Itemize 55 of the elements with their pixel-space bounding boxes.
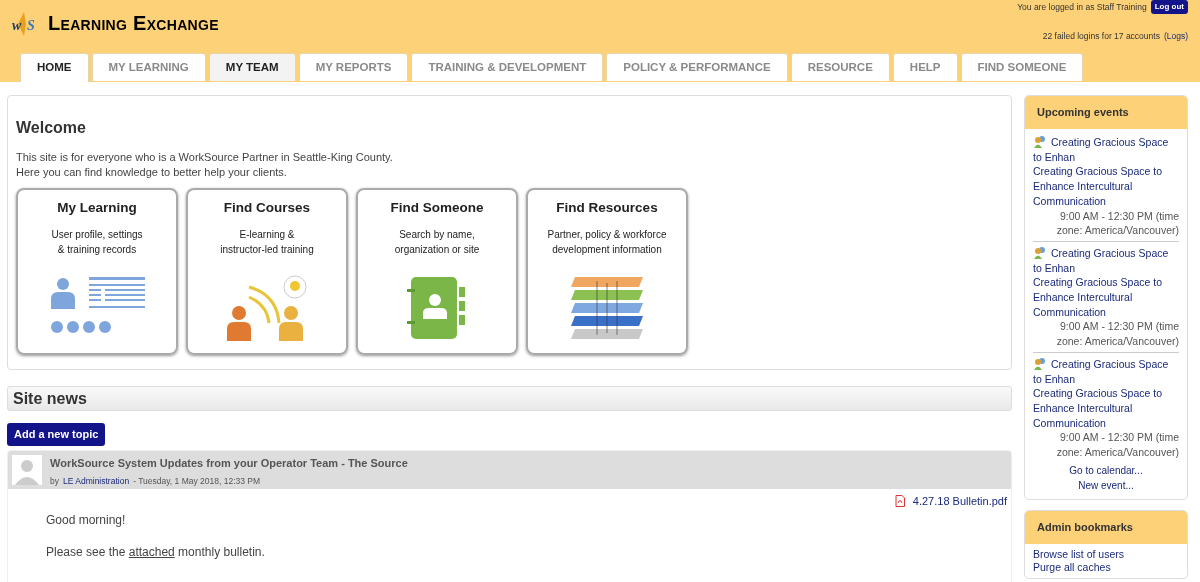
block-heading: Admin bookmarks <box>1025 510 1187 544</box>
nav-tab[interactable]: MY LEARNING <box>91 53 206 81</box>
site-title: Learning Exchange <box>48 11 219 37</box>
tile-title: Find Courses <box>222 200 312 217</box>
attachment-link[interactable]: 4.27.18 Bulletin.pdf <box>912 492 1007 509</box>
user-group-icon <box>1033 356 1046 370</box>
nav-tab[interactable]: FIND SOMEONE <box>960 53 1084 81</box>
block-heading: Upcoming events <box>1025 96 1187 129</box>
welcome-text: This site is for everyone who is a WorkSource Partner in Seattle-King County. Here you can find knowledge to better help your clients. <box>16 150 394 180</box>
event-link[interactable]: Creating Gracious Space to Enhan <box>1033 135 1179 165</box>
tile-description: Partner, policy & workforce development information <box>546 228 668 258</box>
login-status: You are logged in as Staff Training <box>1017 0 1147 14</box>
tile-description: User profile, settings & training records <box>50 228 144 258</box>
site-news-heading: Site news <box>7 386 1012 411</box>
post-date: - Tuesday, 1 May 2018, 12:33 PM <box>133 475 261 488</box>
event-link[interactable]: Creating Gracious Space to Enhan <box>1033 356 1179 387</box>
failed-logins-text: 22 failed logins for 17 accounts <box>1042 30 1160 43</box>
nav-tab[interactable]: HOME <box>20 53 89 82</box>
logs-link[interactable]: (Logs) <box>1163 30 1188 43</box>
event-description: Creating Gracious Space to Enhance Intercultural Communication <box>1033 164 1163 209</box>
tile-description: Search by name, organization or site <box>393 228 481 258</box>
tile-title: Find Resources <box>555 200 659 217</box>
bookmark-link[interactable]: Browse list of users <box>1033 547 1125 560</box>
avatar-icon <box>12 454 42 485</box>
event-link[interactable]: Creating Gracious Space to Enhan <box>1033 245 1179 276</box>
event-description: Creating Gracious Space to Enhance Intercultural Communication <box>1033 386 1163 431</box>
link-tile[interactable]: Find Someone Search by name, organization or site <box>356 188 518 355</box>
user-group-icon <box>1033 245 1046 259</box>
event-time: 9:00 AM - 12:30 PM (time zone: America/Vancouver) <box>1055 208 1179 238</box>
user-group-icon <box>1033 135 1046 148</box>
tile-title: Find Someone <box>389 200 485 217</box>
link-tile[interactable]: My Learning User profile, settings & training records <box>16 188 178 355</box>
calendar-link[interactable]: New event... <box>1078 479 1134 491</box>
post-title: WorkSource System Updates from your Operator Team - The Source <box>50 455 408 471</box>
tile-title: My Learning <box>56 200 138 217</box>
pdf-icon <box>894 494 905 507</box>
event-time: 9:00 AM - 12:30 PM (time zone: America/Vancouver) <box>1055 430 1179 460</box>
post-body-text: Please see the attached monthly bulletin. <box>46 544 266 561</box>
add-topic-button[interactable]: Add a new topic <box>7 423 106 446</box>
attached-link[interactable]: attached <box>128 545 175 559</box>
event-description: Creating Gracious Space to Enhance Intercultural Communication <box>1033 275 1163 320</box>
nav-tab[interactable]: MY REPORTS <box>298 53 409 81</box>
link-tile[interactable]: Find Resources Partner, policy & workforce development information <box>526 188 688 355</box>
welcome-heading: Welcome <box>16 118 87 138</box>
link-tile[interactable]: Find Courses E-learning & instructor-led training <box>186 188 348 355</box>
post-by-label: by <box>50 475 59 488</box>
post-greeting: Good morning! <box>46 512 127 529</box>
tile-description: E-learning & instructor-led training <box>219 228 315 258</box>
logout-button[interactable]: Log out <box>1150 0 1188 14</box>
bookmark-link[interactable]: Purge all caches <box>1033 560 1111 573</box>
nav-tab[interactable]: MY TEAM <box>208 53 296 81</box>
author-link[interactable]: LE Administration <box>63 475 130 488</box>
calendar-link[interactable]: Go to calendar... <box>1069 464 1143 476</box>
nav-tab[interactable]: TRAINING & DEVELOPMENT <box>411 53 604 81</box>
event-time: 9:00 AM - 12:30 PM (time zone: America/Vancouver) <box>1055 319 1179 349</box>
